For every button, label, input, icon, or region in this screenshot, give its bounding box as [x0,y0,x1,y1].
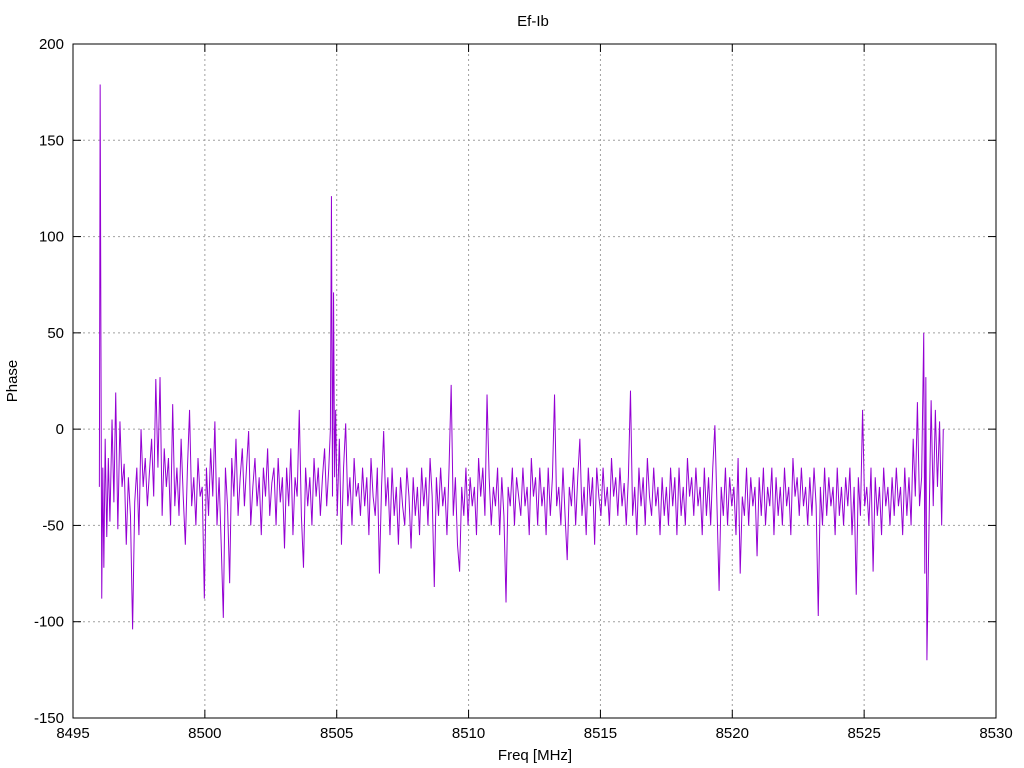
y-tick-label: 150 [39,132,64,149]
y-tick-label: 0 [56,421,64,438]
y-tick-label: -50 [42,517,64,534]
x-axis-title: Freq [MHz] [498,747,572,764]
x-tick-label: 8505 [320,725,353,742]
y-axis-title: Phase [4,360,21,403]
x-tick-label: 8515 [584,725,617,742]
y-tick-label: 100 [39,229,64,246]
x-tick-label: 8530 [979,725,1012,742]
phase-frequency-chart: 8495 8500 8505 8510 8515 8520 8525 8530 -150 -100… [0,0,1024,768]
chart-background [0,0,1024,768]
x-tick-label: 8520 [716,725,749,742]
y-tick-label: 200 [39,36,64,53]
y-tick-label: 50 [47,325,64,342]
y-tick-label: -100 [34,614,64,631]
x-tick-label: 8500 [188,725,221,742]
x-tick-label: 8495 [56,725,89,742]
x-tick-label: 8510 [452,725,485,742]
x-tick-label: 8525 [847,725,880,742]
chart-title: Ef-Ib [517,13,549,30]
y-tick-label: -150 [34,710,64,727]
